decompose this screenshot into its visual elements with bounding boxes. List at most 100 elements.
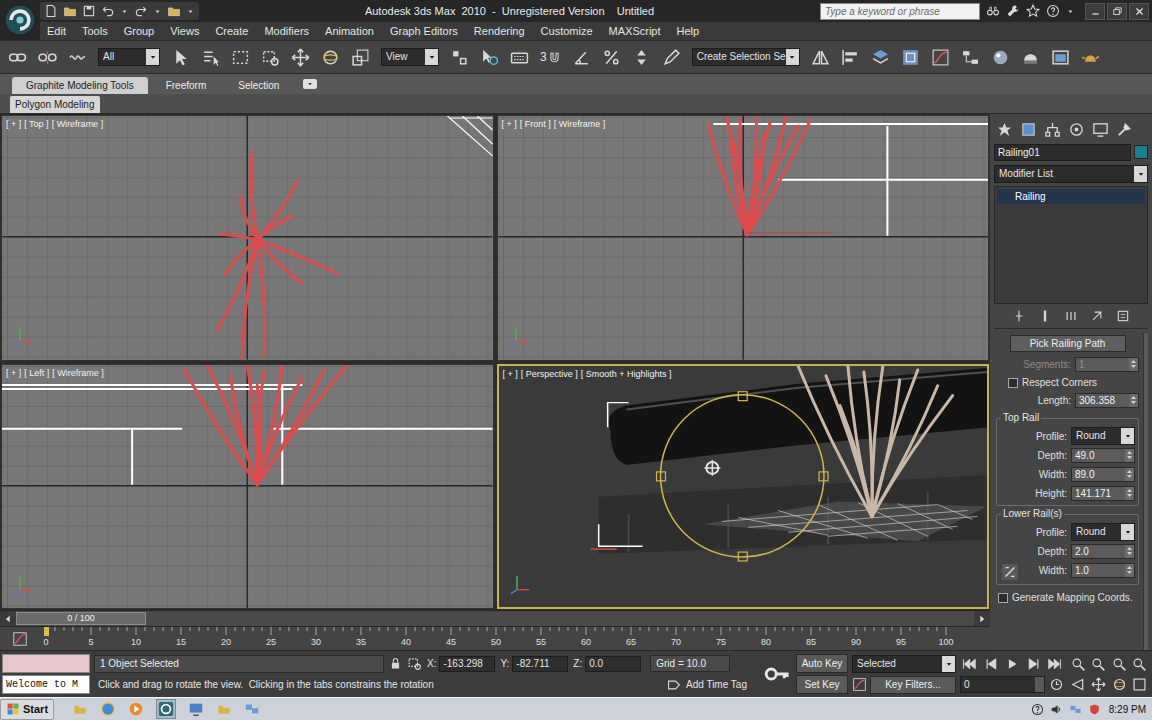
object-color-swatch[interactable] (1134, 145, 1148, 159)
zoom-all-icon[interactable] (1132, 657, 1147, 672)
display-tab-icon[interactable] (1092, 121, 1109, 138)
checkbox[interactable]: Respect Corners (1008, 375, 1139, 390)
plant-wireframe[interactable] (708, 116, 810, 235)
maxscript-listener-input[interactable] (2, 654, 90, 673)
spinner-arrows[interactable] (1129, 394, 1138, 407)
dropdown-arrow[interactable] (146, 49, 159, 65)
render-setup-icon[interactable] (1021, 48, 1040, 67)
down-arrow-icon[interactable] (1125, 474, 1134, 480)
pin-icon[interactable] (1012, 309, 1026, 323)
spinner-arrows[interactable] (1125, 564, 1134, 577)
top-scene[interactable] (2, 116, 493, 360)
mini-curve-icon[interactable] (12, 631, 28, 647)
auto-key-button[interactable]: Auto Key (796, 654, 848, 673)
layers-icon[interactable] (871, 48, 890, 67)
viewport-label-menu[interactable]: [ Wireframe ] (52, 367, 104, 379)
viewport-label-menu[interactable]: [ Wireframe ] (554, 118, 606, 130)
menu-item[interactable]: Modifiers (264, 23, 309, 40)
up-arrow-icon[interactable] (1125, 468, 1134, 474)
profile-dropdown[interactable]: Round (1071, 427, 1135, 445)
network-icon[interactable] (1069, 703, 1082, 716)
dropdown-arrow[interactable] (425, 49, 438, 65)
left-scene[interactable] (2, 365, 493, 609)
next-frame-icon[interactable] (1027, 657, 1041, 671)
configure-icon[interactable] (1116, 309, 1130, 323)
viewport-label-menu[interactable]: [ + ] (503, 368, 518, 380)
coordinate-field[interactable]: Y:-82.711 (500, 656, 568, 672)
pan-icon[interactable] (1091, 677, 1106, 692)
save-icon[interactable] (82, 4, 96, 18)
up-arrow-icon[interactable] (1125, 487, 1134, 493)
down-arrow-icon[interactable] (1125, 570, 1134, 576)
close-button[interactable] (1129, 3, 1149, 20)
current-frame-marker[interactable] (44, 627, 49, 636)
profile-dropdown[interactable]: Round (1071, 523, 1135, 541)
time-config-icon[interactable] (1049, 677, 1064, 692)
up-arrow-icon[interactable] (1125, 449, 1134, 455)
orbit-icon[interactable] (1112, 677, 1127, 692)
coordinate-field[interactable]: Z:0.0 (573, 656, 641, 672)
ribbon-tab[interactable]: Selection (224, 77, 293, 94)
region-icon[interactable] (231, 48, 250, 67)
menu-item[interactable]: Rendering (474, 23, 525, 40)
menu-item[interactable]: Customize (541, 23, 593, 40)
down-arrow-icon[interactable] (1129, 400, 1138, 406)
dropdown-arrow[interactable] (1134, 166, 1147, 182)
material-icon[interactable] (991, 48, 1010, 67)
field-of-view-icon[interactable] (1071, 677, 1086, 692)
last-frame-icon[interactable] (1048, 657, 1062, 671)
viewport-label-menu[interactable]: [ Top ] (24, 118, 48, 130)
up-arrow-icon[interactable] (1125, 564, 1134, 570)
menu-item[interactable]: Graph Editors (390, 23, 458, 40)
scale-icon[interactable] (351, 48, 370, 67)
spacing-tool-icon[interactable] (1000, 562, 1020, 582)
menu-item[interactable]: Help (677, 23, 700, 40)
viewport[interactable]: [ + ][ Perspective ][ Smooth + Highlight… (497, 364, 990, 610)
binoculars-icon[interactable] (986, 4, 1000, 18)
up-arrow-icon[interactable] (1129, 358, 1138, 364)
time-slider-thumb[interactable]: 0 / 100 (16, 612, 146, 625)
motion-tab-icon[interactable] (1068, 121, 1085, 138)
stack-item[interactable]: Railing (997, 189, 1145, 204)
viewport-label-menu[interactable]: [ + ] (502, 118, 517, 130)
coordinate-field[interactable]: X:-163.298 (427, 656, 495, 672)
named-selection-dropdown[interactable]: Create Selection Se (692, 48, 800, 66)
network-icon[interactable] (244, 701, 260, 717)
down-arrow-icon[interactable] (1125, 493, 1134, 499)
snaps-toggle[interactable]: 3 (540, 50, 561, 64)
spinner-arrows[interactable] (1125, 487, 1134, 500)
application-button[interactable] (0, 0, 40, 40)
arrow-left-icon[interactable] (3, 614, 13, 624)
dropdown-arrow[interactable] (1121, 524, 1134, 540)
spinner-arrows[interactable] (1125, 468, 1134, 481)
modify-tab-icon[interactable] (1020, 121, 1037, 138)
ground-plane[interactable] (702, 501, 986, 541)
down-arrow-icon[interactable] (1125, 551, 1134, 557)
start-button[interactable]: Start (0, 699, 54, 720)
media-icon[interactable] (128, 701, 144, 717)
keyboard-icon[interactable] (510, 48, 529, 67)
caret-icon[interactable] (120, 7, 129, 16)
up-arrow-icon[interactable] (1125, 545, 1134, 551)
crossing-icon[interactable] (407, 656, 422, 671)
wrench-icon[interactable] (1006, 4, 1020, 18)
prev-frame-icon[interactable] (984, 657, 998, 671)
arrow-right-icon[interactable] (977, 614, 987, 624)
zoom-icon[interactable] (1112, 657, 1127, 672)
dropdown-arrow[interactable] (942, 656, 955, 672)
zoom-icon[interactable] (1071, 657, 1086, 672)
spinner-field[interactable]: Length:306.358 (996, 391, 1139, 410)
frame-ticks[interactable] (44, 627, 948, 637)
undo-icon[interactable] (101, 4, 115, 18)
speaker-icon[interactable] (1050, 703, 1063, 716)
manipulate-icon[interactable] (480, 48, 499, 67)
viewport[interactable]: [ + ][ Left ][ Wireframe ] (1, 364, 494, 610)
modifier-list-dropdown[interactable]: Modifier List (994, 165, 1148, 183)
open-icon[interactable] (63, 4, 77, 18)
viewport-label-menu[interactable]: [ Wireframe ] (52, 118, 104, 130)
viewport-label-menu[interactable]: [ + ] (6, 118, 21, 130)
current-frame-field[interactable]: 0 (960, 676, 1045, 693)
menu-item[interactable]: Tools (82, 23, 108, 40)
mirror-icon[interactable] (811, 48, 830, 67)
rotate-gizmo[interactable] (656, 391, 827, 560)
